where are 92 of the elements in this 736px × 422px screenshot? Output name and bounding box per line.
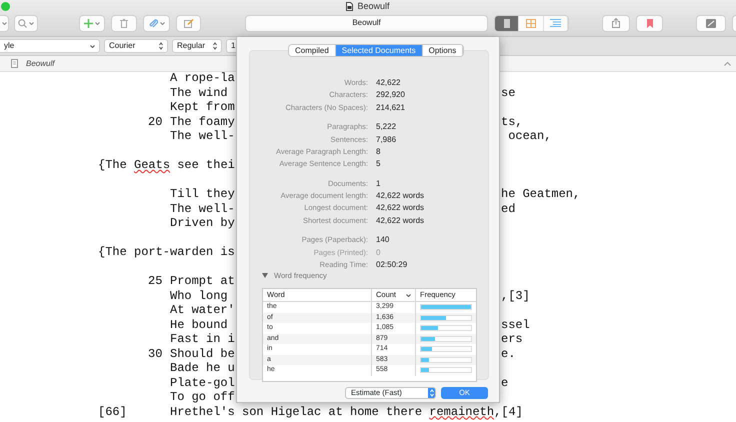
outline-icon	[550, 19, 561, 27]
grid-icon	[526, 18, 536, 28]
layout-button[interactable]	[696, 14, 726, 32]
caret-icon	[95, 22, 100, 24]
pencil-square-icon	[184, 18, 194, 28]
text-line: At water'	[170, 303, 235, 318]
text-line: Kept from	[170, 100, 235, 114]
stat-value: 8	[376, 146, 382, 158]
text-line: Driven by	[170, 216, 235, 230]
disclosure-triangle-icon[interactable]	[262, 273, 268, 278]
text-line: ssel	[501, 318, 530, 332]
dialog-tab[interactable]: Compiled	[289, 45, 336, 56]
stat-value: 292,920	[376, 89, 406, 102]
text-line: se	[501, 86, 516, 100]
stat-value: 42,622 words	[376, 190, 426, 202]
caret-icon	[90, 44, 95, 48]
add-button[interactable]	[79, 14, 105, 32]
line-marker: [66]	[98, 404, 127, 419]
sort-caret-icon	[406, 294, 411, 296]
bookmark-button[interactable]	[636, 14, 663, 32]
view-mode-button[interactable]	[519, 16, 544, 30]
share-icon	[612, 18, 620, 28]
stat-value: 5	[376, 158, 382, 170]
line-number: 20	[148, 114, 162, 129]
document-icon	[346, 2, 354, 11]
text-line: e	[501, 376, 508, 390]
text-line: {The Geats see thei	[98, 158, 235, 172]
text-line: He bound	[170, 318, 228, 332]
caret-icon	[160, 22, 164, 24]
stat-value: 42,622	[376, 77, 402, 89]
zoom-window-button[interactable]	[1, 2, 10, 11]
path-field[interactable]: Beowulf	[245, 14, 488, 32]
text-line: ed	[501, 202, 516, 216]
text-line: Bade he u	[170, 361, 235, 376]
stat-value: 0	[376, 246, 382, 259]
trash-button[interactable]	[111, 14, 137, 32]
text-line: The well-	[170, 202, 235, 216]
text-line: ts,	[501, 114, 523, 129]
text-line: Prompt at	[170, 274, 235, 288]
search-button[interactable]	[14, 14, 38, 32]
stat-value: 42,622 words	[376, 202, 426, 214]
stepper-icon	[213, 42, 217, 50]
text-line: he Geatmen,	[501, 187, 580, 202]
line-number: 30	[148, 346, 162, 361]
text-line: ,[3]	[501, 288, 530, 303]
text-line: Plate-gol	[170, 376, 235, 390]
text-line: Till they	[170, 187, 235, 202]
caret-icon	[2, 22, 6, 24]
text-line: To go off	[170, 390, 235, 404]
view-mode-button[interactable]	[495, 16, 520, 30]
search-icon	[18, 18, 27, 28]
document-title: Beowulf	[26, 58, 54, 70]
line-number: 25	[148, 274, 162, 288]
text-line: Who long	[170, 288, 228, 303]
text-line: Hrethel's son Higelac at home there remaineth,[4]	[170, 404, 523, 419]
text-line: ocean,	[507, 129, 552, 144]
text-line: The wind	[170, 86, 229, 100]
view-mode-button[interactable]	[544, 16, 568, 30]
stepper-icon	[430, 389, 434, 397]
stepper-icon	[159, 42, 163, 50]
share-button[interactable]	[602, 14, 630, 32]
stat-value: 5,222	[376, 121, 398, 134]
weight-select[interactable]: Regular	[172, 39, 222, 53]
document-icon	[11, 59, 18, 68]
text-line: The foamy	[170, 114, 235, 129]
caret-icon	[29, 22, 34, 24]
panel-icon	[706, 18, 716, 28]
style-select[interactable]: yle	[0, 39, 100, 53]
stat-value: 42,622 words	[376, 214, 426, 227]
window-title: Beowulf	[357, 0, 390, 13]
text-line: Fast in i	[170, 332, 235, 346]
stat-value: 7,986	[376, 134, 398, 146]
paperclip-icon	[148, 18, 158, 28]
stat-value: 140	[376, 234, 390, 246]
font-select[interactable]: Courier	[104, 39, 168, 53]
text-line: e.	[501, 346, 516, 361]
bookmark-icon	[646, 18, 652, 28]
page-icon	[504, 18, 510, 28]
text-line: Should be	[170, 346, 235, 361]
trash-icon	[120, 18, 128, 28]
text-line: A rope-la	[170, 71, 235, 86]
stat-value: 1	[376, 178, 382, 190]
stat-value: 214,621	[376, 102, 406, 114]
plus-icon	[84, 18, 93, 28]
text-line: The well-	[170, 129, 235, 144]
attachment-button[interactable]	[143, 14, 170, 32]
text-line: {The port-warden is	[98, 245, 235, 260]
dropdown-button[interactable]	[0, 14, 9, 32]
stat-value: 02:50:29	[376, 259, 408, 272]
edit-button[interactable]	[176, 14, 201, 32]
text-line: ers	[501, 332, 523, 346]
chevron-up-icon[interactable]	[724, 62, 731, 66]
